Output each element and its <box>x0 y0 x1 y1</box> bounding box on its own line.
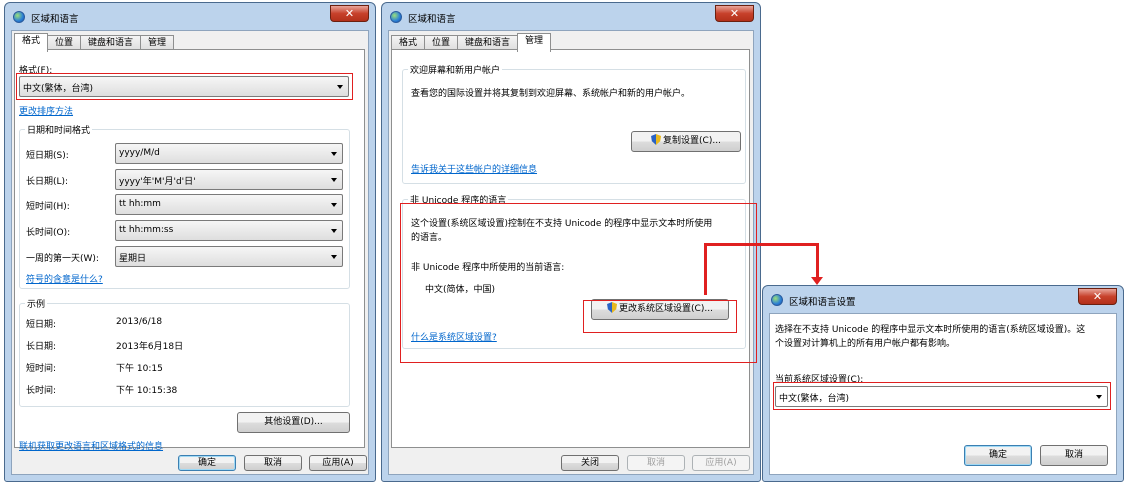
dialog-description-1: 选择在不支持 Unicode 的程序中显示文本时所使用的语言(系统区域设置)。这 <box>775 325 1086 335</box>
datetime-group: 日期和时间格式 短日期(S): yyyy/M/d 长日期(L): yyyy'年'… <box>19 123 350 289</box>
format-tab-page: 格式(F): 中文(繁体，台湾) 更改排序方法 日期和时间格式 短日期(S): … <box>14 49 365 452</box>
arrow-connector <box>704 243 819 246</box>
dialog-description-2: 个设置对计算机上的所有用户帐户都有影响。 <box>775 339 956 349</box>
online-info-link[interactable]: 联机获取更改语言和区域格式的信息 <box>19 439 163 452</box>
tab-strip: 格式 位置 键盘和语言 管理 <box>14 33 175 52</box>
example-short-time-value: 下午 10:15 <box>116 364 163 374</box>
long-time-value: tt hh:mm:ss <box>119 225 174 235</box>
globe-icon <box>13 11 25 23</box>
datetime-group-title: 日期和时间格式 <box>25 123 93 136</box>
accounts-info-link[interactable]: 告诉我关于这些帐户的详细信息 <box>411 162 537 175</box>
welcome-group: 欢迎屏幕和新用户帐户 查看您的国际设置并将其复制到欢迎屏幕、系统帐户和新的用户帐… <box>402 63 746 184</box>
title-bar: 区域和语言 ✕ <box>11 3 369 30</box>
globe-icon <box>771 294 783 306</box>
region-language-window-admin: 区域和语言 ✕ 格式 位置 键盘和语言 管理 欢迎屏幕和新用户帐户 查看您的国际… <box>381 2 761 482</box>
arrow-connector <box>704 243 707 295</box>
highlight-box <box>16 73 353 100</box>
short-date-value: yyyy/M/d <box>119 148 160 158</box>
long-date-select[interactable]: yyyy'年'M'月'd'日' <box>115 169 343 190</box>
long-date-value: yyyy'年'M'月'd'日' <box>119 177 196 187</box>
welcome-group-title: 欢迎屏幕和新用户帐户 <box>408 63 503 76</box>
close-dialog-button[interactable]: 关闭 <box>561 455 619 471</box>
tab-format[interactable]: 格式 <box>14 33 49 52</box>
window-client: 选择在不支持 Unicode 的程序中显示文本时所使用的语言(系统区域设置)。这… <box>769 313 1117 475</box>
window-client: 格式 位置 键盘和语言 管理 欢迎屏幕和新用户帐户 查看您的国际设置并将其复制到… <box>388 30 757 475</box>
example-long-date-label: 长日期: <box>26 342 57 352</box>
cancel-button[interactable]: 取消 <box>627 455 685 471</box>
example-short-time-label: 短时间: <box>26 364 57 374</box>
copy-settings-label: 复制设置(C)... <box>663 136 721 146</box>
short-time-select[interactable]: tt hh:mm <box>115 194 343 215</box>
long-time-label: 长时间(O): <box>26 228 71 238</box>
title-bar: 区域和语言设置 ✕ <box>769 286 1117 313</box>
close-button[interactable]: ✕ <box>1078 288 1117 305</box>
apply-button[interactable]: 应用(A) <box>309 455 367 471</box>
close-button[interactable]: ✕ <box>715 5 754 22</box>
first-day-value: 星期日 <box>119 254 147 264</box>
short-date-select[interactable]: yyyy/M/d <box>115 143 343 164</box>
ok-button[interactable]: 确定 <box>178 455 236 471</box>
highlight-box <box>773 382 1111 410</box>
globe-icon <box>390 11 402 23</box>
window-title: 区域和语言设置 <box>789 297 856 308</box>
symbols-meaning-link[interactable]: 符号的含意是什么? <box>26 272 103 285</box>
copy-settings-button[interactable]: 复制设置(C)... <box>631 131 741 152</box>
short-time-value: tt hh:mm <box>119 199 161 209</box>
long-time-select[interactable]: tt hh:mm:ss <box>115 220 343 241</box>
change-sort-link[interactable]: 更改排序方法 <box>19 104 73 117</box>
arrow-head-icon <box>811 277 823 285</box>
example-group-title: 示例 <box>25 297 48 310</box>
admin-tab-page: 欢迎屏幕和新用户帐户 查看您的国际设置并将其复制到欢迎屏幕、系统帐户和新的用户帐… <box>391 49 757 448</box>
region-language-window-format: 区域和语言 ✕ 格式 位置 键盘和语言 管理 格式(F): 中文(繁体，台湾) … <box>4 2 376 482</box>
apply-button[interactable]: 应用(A) <box>692 455 750 471</box>
other-settings-button[interactable]: 其他设置(D)... <box>237 412 350 433</box>
chevron-down-icon <box>331 152 337 156</box>
example-long-time-value: 下午 10:15:38 <box>116 386 178 396</box>
first-day-select[interactable]: 星期日 <box>115 246 343 267</box>
shield-icon <box>651 134 662 145</box>
highlight-box <box>583 300 737 333</box>
tab-strip: 格式 位置 键盘和语言 管理 <box>391 33 552 52</box>
chevron-down-icon <box>331 255 337 259</box>
chevron-down-icon <box>331 203 337 207</box>
short-time-label: 短时间(H): <box>26 202 70 212</box>
chevron-down-icon <box>331 229 337 233</box>
arrow-connector <box>816 243 819 277</box>
long-date-label: 长日期(L): <box>26 177 69 187</box>
short-date-label: 短日期(S): <box>26 151 69 161</box>
cancel-button[interactable]: 取消 <box>1040 445 1108 466</box>
region-settings-dialog: 区域和语言设置 ✕ 选择在不支持 Unicode 的程序中显示文本时所使用的语言… <box>762 285 1124 482</box>
close-button[interactable]: ✕ <box>330 5 369 22</box>
welcome-description: 查看您的国际设置并将其复制到欢迎屏幕、系统帐户和新的用户帐户。 <box>411 89 691 99</box>
chevron-down-icon <box>331 178 337 182</box>
window-title: 区域和语言 <box>408 14 456 25</box>
example-long-date-value: 2013年6月18日 <box>116 342 184 352</box>
window-title: 区域和语言 <box>31 14 79 25</box>
ok-button[interactable]: 确定 <box>964 445 1032 466</box>
example-short-date-label: 短日期: <box>26 320 57 330</box>
example-long-time-label: 长时间: <box>26 386 57 396</box>
example-short-date-value: 2013/6/18 <box>116 317 163 327</box>
cancel-button[interactable]: 取消 <box>244 455 302 471</box>
example-group: 示例 短日期: 2013/6/18 长日期: 2013年6月18日 短时间: 下… <box>19 297 350 407</box>
tab-administrative[interactable]: 管理 <box>517 33 552 52</box>
window-client: 格式 位置 键盘和语言 管理 格式(F): 中文(繁体，台湾) 更改排序方法 日… <box>11 30 369 475</box>
title-bar: 区域和语言 ✕ <box>388 3 754 30</box>
first-day-label: 一周的第一天(W): <box>26 254 99 264</box>
